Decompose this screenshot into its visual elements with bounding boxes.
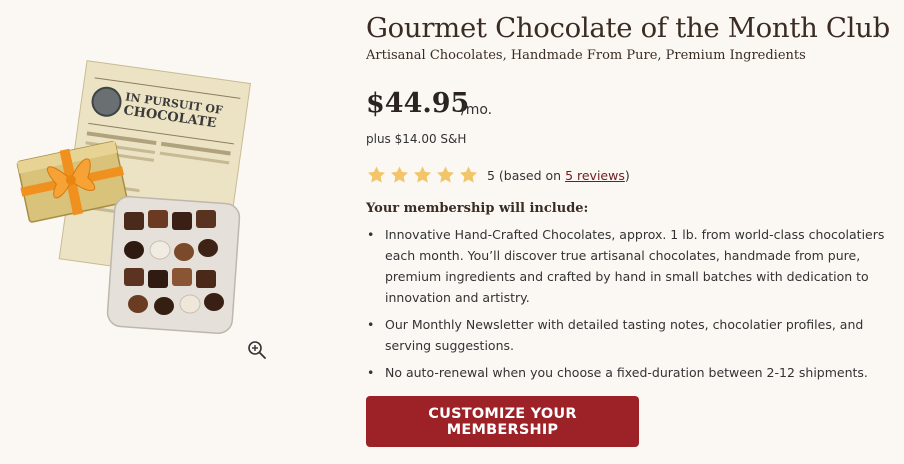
product-image[interactable]: IN PURSUIT OF CHOCOLATE <box>16 60 252 335</box>
rating-score-text: 5 (based on <box>487 167 566 183</box>
star-icon <box>414 166 431 183</box>
membership-includes-heading: Your membership will include: <box>366 201 589 216</box>
zoom-in-icon[interactable] <box>247 340 267 360</box>
customize-membership-button[interactable]: CUSTOMIZE YOUR MEMBERSHIP <box>366 396 639 447</box>
list-item: Our Monthly Newsletter with detailed tas… <box>366 314 886 356</box>
star-rating <box>366 165 479 185</box>
rating-suffix: ) <box>624 167 630 183</box>
product-title: Gourmet Chocolate of the Month Club <box>366 12 890 44</box>
membership-features-list: Innovative Hand-Crafted Chocolates, appr… <box>366 224 886 389</box>
shipping-cost: plus $14.00 S&H <box>366 132 467 146</box>
rating-summary: 5 (based on 5 reviews) <box>487 168 630 183</box>
list-item: Innovative Hand-Crafted Chocolates, appr… <box>366 224 886 308</box>
reviews-link[interactable]: 5 reviews <box>565 168 625 183</box>
product-gallery: IN PURSUIT OF CHOCOLATE <box>0 0 340 464</box>
star-icon <box>460 166 477 183</box>
price-period: /mo. <box>461 102 493 118</box>
price: $44.95 <box>366 88 470 119</box>
star-icon <box>368 166 385 183</box>
rating: 5 (based on 5 reviews) <box>366 165 630 185</box>
star-icon <box>437 166 454 183</box>
list-item: No auto-renewal when you choose a fixed-… <box>366 362 886 383</box>
star-icon <box>391 166 408 183</box>
product-subtitle: Artisanal Chocolates, Handmade From Pure… <box>366 48 806 63</box>
